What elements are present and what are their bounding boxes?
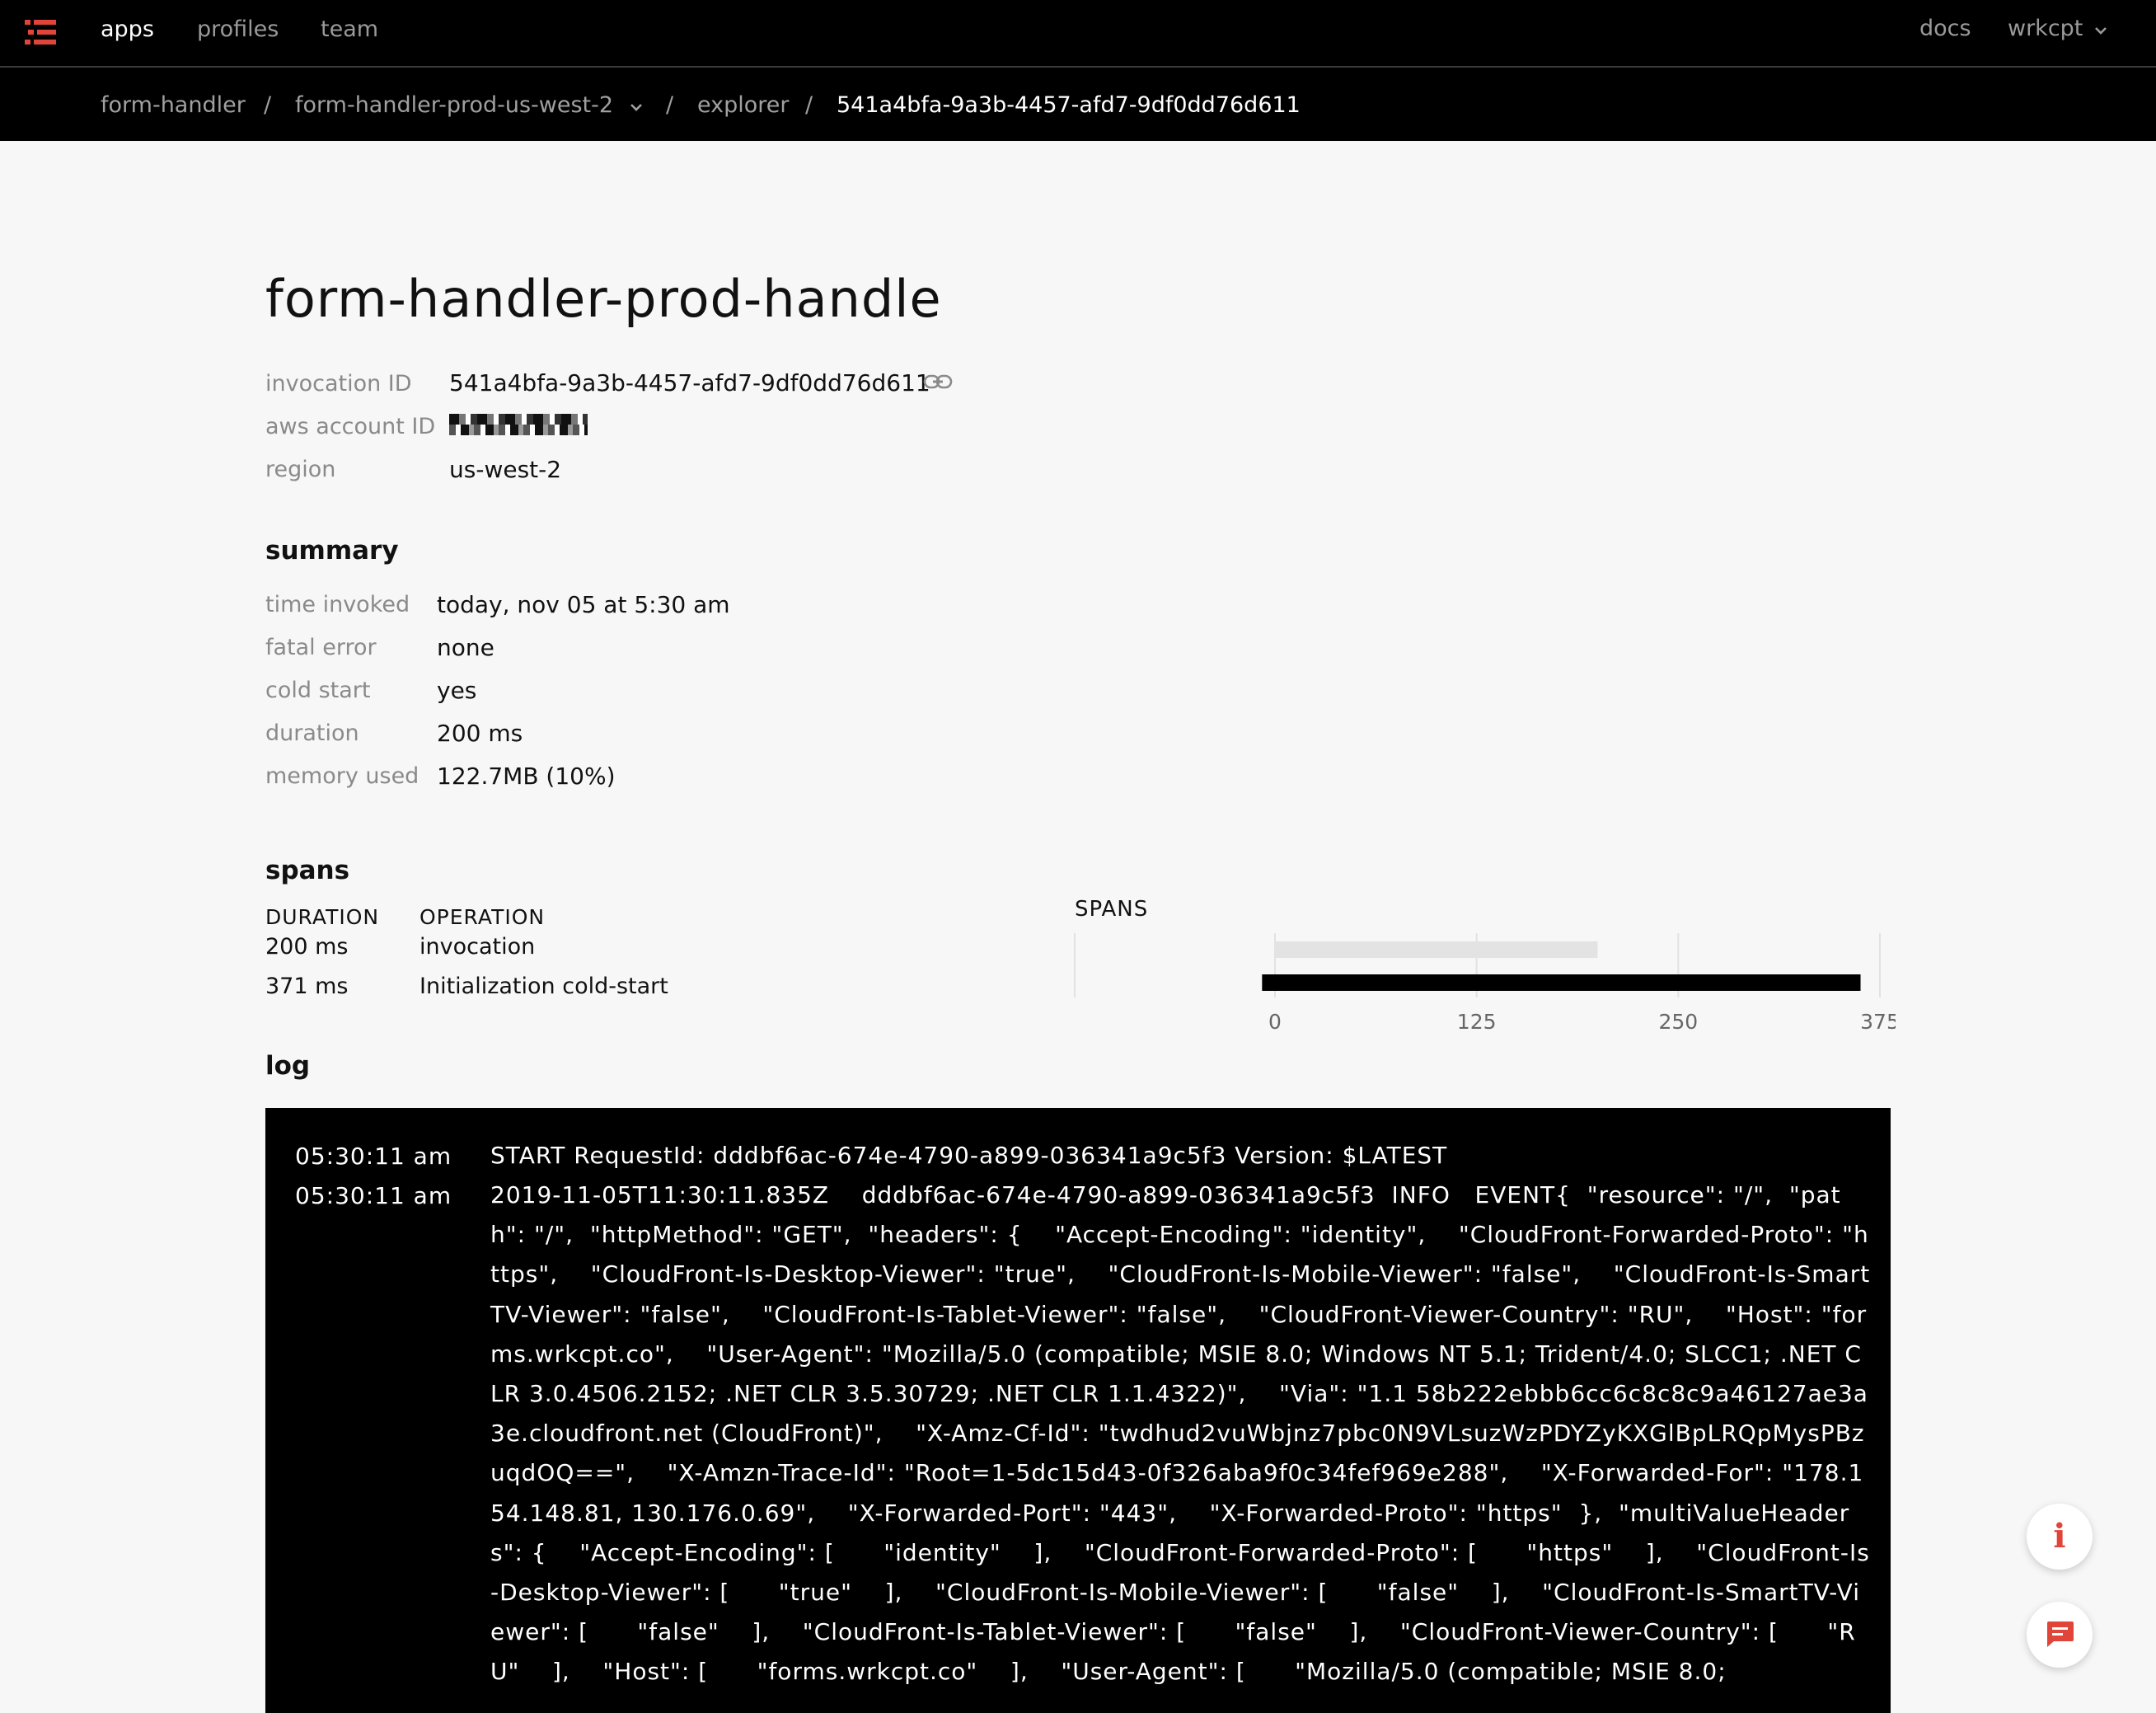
chart-tick-label: 125 bbox=[1457, 1010, 1497, 1034]
breadcrumb-separator: / bbox=[666, 92, 674, 118]
top-nav: apps profiles team docs wrkcpt bbox=[0, 0, 2156, 68]
duration-value: 200 ms bbox=[437, 720, 523, 747]
breadcrumb-explorer[interactable]: explorer bbox=[697, 92, 790, 118]
chevron-down-icon bbox=[2095, 27, 2107, 35]
span-bar bbox=[1262, 974, 1861, 991]
log-heading: log bbox=[265, 1051, 311, 1081]
span-duration: 200 ms bbox=[265, 934, 349, 960]
summary-heading: summary bbox=[265, 536, 399, 566]
breadcrumb-service[interactable]: form-handler-prod-us-west-2 bbox=[295, 92, 644, 118]
aws-account-label: aws account ID bbox=[265, 414, 436, 439]
org-name: wrkcpt bbox=[2008, 16, 2083, 41]
region-value: us-west-2 bbox=[449, 456, 562, 483]
time-invoked-label: time invoked bbox=[265, 592, 410, 617]
duration-label: duration bbox=[265, 720, 359, 746]
nav-docs[interactable]: docs bbox=[1919, 16, 1971, 41]
breadcrumb-app[interactable]: form-handler bbox=[101, 92, 246, 118]
invocation-id-label: invocation ID bbox=[265, 371, 412, 397]
cold-start-value: yes bbox=[437, 677, 477, 704]
cold-start-label: cold start bbox=[265, 678, 371, 703]
chart-tick-label: 375 bbox=[1860, 1010, 1896, 1034]
breadcrumb-current: 541a4bfa-9a3b-4457-afd7-9df0dd76d611 bbox=[837, 92, 1301, 118]
operation-column-header: OPERATION bbox=[419, 905, 546, 929]
log-timestamp: 05:30:11 am bbox=[295, 1182, 452, 1209]
nav-apps[interactable]: apps bbox=[101, 16, 154, 42]
info-icon: i bbox=[2053, 1517, 2066, 1556]
spans-chart-title: SPANS bbox=[1075, 897, 1149, 922]
duration-column-header: DURATION bbox=[265, 905, 380, 929]
fatal-error-value: none bbox=[437, 634, 494, 661]
nav-profiles[interactable]: profiles bbox=[197, 16, 279, 42]
span-duration: 371 ms bbox=[265, 974, 349, 999]
info-button[interactable]: i bbox=[2027, 1504, 2093, 1570]
page-title: form-handler-prod-handle bbox=[265, 269, 942, 329]
time-invoked-value: today, nov 05 at 5:30 am bbox=[437, 591, 730, 618]
span-operation[interactable]: invocation bbox=[419, 934, 535, 960]
link-icon[interactable] bbox=[923, 372, 953, 392]
nav-team[interactable]: team bbox=[321, 16, 378, 42]
log-panel[interactable]: 05:30:11 am START RequestId: dddbf6ac-67… bbox=[265, 1108, 1891, 1713]
aws-account-value-redacted bbox=[449, 414, 588, 435]
chevron-down-icon bbox=[630, 104, 642, 111]
spans-heading: spans bbox=[265, 856, 350, 885]
log-message: 2019-11-05T11:30:11.835Z dddbf6ac-674e-4… bbox=[490, 1181, 1871, 1686]
span-operation[interactable]: Initialization cold-start bbox=[419, 974, 668, 999]
breadcrumb-service-label: form-handler-prod-us-west-2 bbox=[295, 92, 614, 118]
chart-tick-label: 0 bbox=[1268, 1010, 1282, 1034]
invocation-id-value: 541a4bfa-9a3b-4457-afd7-9df0dd76d611 bbox=[449, 369, 930, 397]
memory-used-label: memory used bbox=[265, 763, 419, 789]
region-label: region bbox=[265, 457, 336, 482]
log-timestamp: 05:30:11 am bbox=[295, 1143, 452, 1170]
chat-button[interactable] bbox=[2027, 1602, 2093, 1668]
fatal-error-label: fatal error bbox=[265, 635, 377, 660]
org-switcher[interactable]: wrkcpt bbox=[2008, 16, 2108, 41]
chat-icon bbox=[2047, 1621, 2074, 1647]
log-message: START RequestId: dddbf6ac-674e-4790-a899… bbox=[490, 1142, 1448, 1169]
chart-tick-label: 250 bbox=[1658, 1010, 1698, 1034]
serverless-logo-icon[interactable] bbox=[25, 20, 56, 45]
breadcrumb-separator: / bbox=[805, 92, 813, 118]
span-bar bbox=[1275, 941, 1598, 958]
breadcrumb-separator: / bbox=[264, 92, 272, 118]
breadcrumb: form-handler / form-handler-prod-us-west… bbox=[0, 68, 2156, 141]
spans-chart: 0 125 250 375 bbox=[1074, 933, 1896, 1034]
memory-used-value: 122.7MB (10%) bbox=[437, 763, 616, 790]
